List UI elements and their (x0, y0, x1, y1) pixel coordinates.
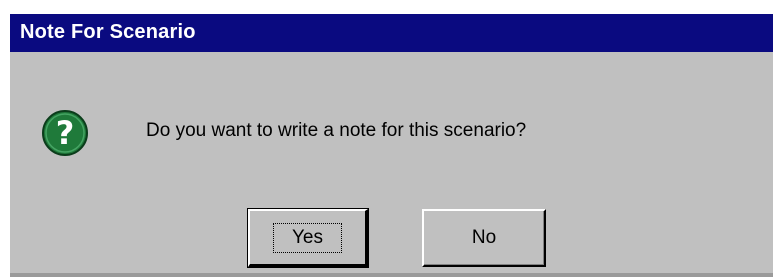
window-title: Note For Scenario (20, 21, 196, 43)
dialog-bottom-edge (10, 273, 773, 277)
yes-button[interactable]: Yes (247, 208, 369, 268)
svg-text:?: ? (56, 114, 75, 152)
no-button-label: No (471, 227, 497, 248)
no-button[interactable]: No (422, 209, 546, 267)
note-for-scenario-dialog: Note For Scenario ? Do you want to write… (8, 12, 773, 277)
dialog-message: Do you want to write a note for this sce… (146, 120, 527, 141)
yes-button-label: Yes (273, 222, 342, 253)
question-icon: ? (40, 108, 90, 158)
title-bar[interactable]: Note For Scenario (10, 14, 773, 52)
